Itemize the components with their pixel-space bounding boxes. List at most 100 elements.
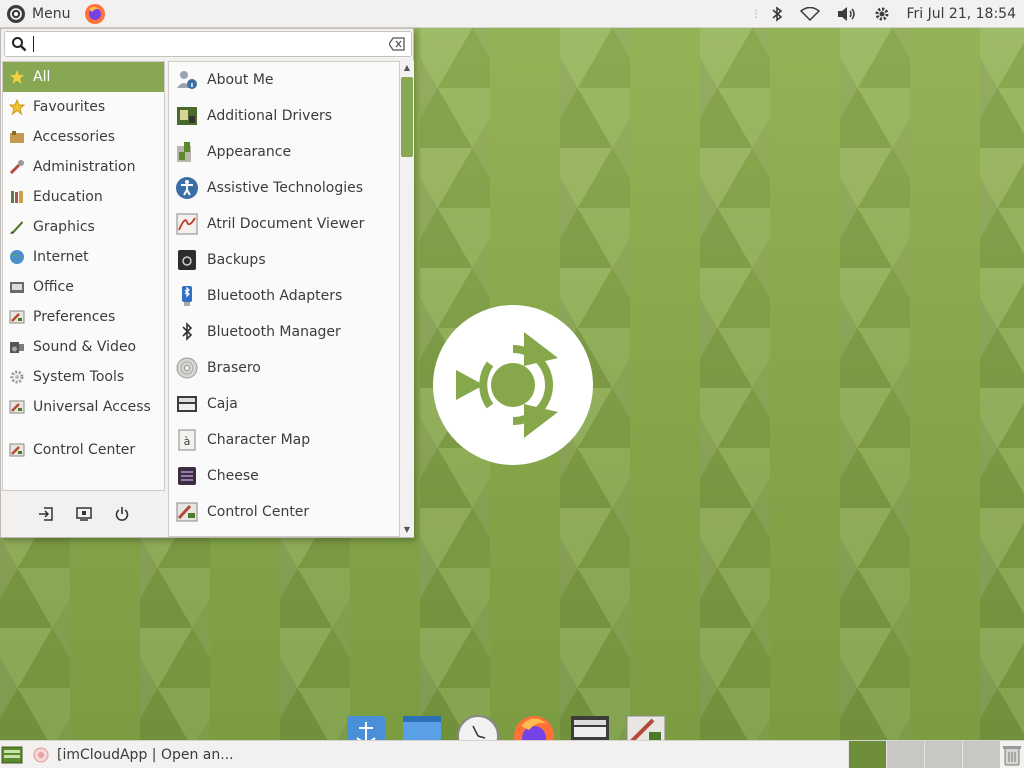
- category-label: Administration: [33, 159, 136, 175]
- category-separator: [3, 422, 164, 435]
- control-center-icon: [175, 500, 199, 524]
- dock-window-icon[interactable]: [401, 712, 443, 740]
- about-me-icon: [175, 68, 199, 92]
- clear-search-icon[interactable]: [389, 37, 405, 51]
- disc-burner-icon: [175, 356, 199, 380]
- power-icon[interactable]: [113, 505, 131, 523]
- category-graphics[interactable]: Graphics: [3, 212, 164, 242]
- app-appearance[interactable]: Appearance: [169, 134, 399, 170]
- app-about-me[interactable]: About Me: [169, 62, 399, 98]
- app-additional-drivers[interactable]: Additional Drivers: [169, 98, 399, 134]
- category-label: Internet: [33, 249, 89, 265]
- wifi-icon[interactable]: [792, 0, 828, 28]
- category-list: All Favourites Accessories Administratio…: [2, 61, 165, 491]
- app-caja[interactable]: Caja: [169, 386, 399, 422]
- logout-icon[interactable]: [37, 505, 55, 523]
- workspace-1[interactable]: [848, 741, 886, 768]
- search-input[interactable]: [33, 36, 34, 52]
- category-label: Office: [33, 279, 74, 295]
- category-favourites[interactable]: Favourites: [3, 92, 164, 122]
- scroll-down-arrow-icon[interactable]: ▼: [403, 526, 411, 534]
- app-backups[interactable]: Backups: [169, 242, 399, 278]
- category-education[interactable]: Education: [3, 182, 164, 212]
- app-control-center[interactable]: Control Center: [169, 494, 399, 530]
- dock-clock-icon[interactable]: [457, 712, 499, 740]
- category-all[interactable]: All: [3, 62, 164, 92]
- dock-file-manager-icon[interactable]: [569, 712, 611, 740]
- ubuntu-mate-icon: [7, 4, 25, 23]
- education-icon: [9, 189, 25, 205]
- category-office[interactable]: Office: [3, 272, 164, 302]
- main-menu-button[interactable]: Menu: [0, 0, 78, 28]
- workspace-3[interactable]: [924, 741, 962, 768]
- app-label: About Me: [207, 72, 274, 88]
- app-assistive-technologies[interactable]: Assistive Technologies: [169, 170, 399, 206]
- control-center-icon: [9, 442, 25, 458]
- category-system-tools[interactable]: System Tools: [3, 362, 164, 392]
- app-label: Control Center: [207, 504, 310, 520]
- scrollbar-thumb[interactable]: [401, 77, 413, 157]
- taskbar-window-label: [imCloudApp | Open an...: [57, 746, 234, 763]
- file-manager-icon: [175, 392, 199, 416]
- app-label: Bluetooth Adapters: [207, 288, 343, 304]
- app-brasero[interactable]: Brasero: [169, 350, 399, 386]
- tray-grip-icon: ⋮: [750, 8, 761, 20]
- app-label: Additional Drivers: [207, 108, 333, 124]
- dock: [345, 712, 667, 740]
- dock-control-center-icon[interactable]: [625, 712, 667, 740]
- workspace-4[interactable]: [962, 741, 1000, 768]
- assistive-technologies-icon: [175, 176, 199, 200]
- app-bluetooth-manager[interactable]: Bluetooth Manager: [169, 314, 399, 350]
- webcam-icon: [175, 464, 199, 488]
- bluetooth-adapters-icon: [175, 284, 199, 308]
- app-label: Caja: [207, 396, 238, 412]
- category-administration[interactable]: Administration: [3, 152, 164, 182]
- svg-text:à: à: [184, 435, 191, 448]
- bottom-panel: [imCloudApp | Open an...: [0, 740, 1024, 768]
- universal-access-icon: [9, 399, 25, 415]
- app-cheese[interactable]: Cheese: [169, 458, 399, 494]
- category-label: Graphics: [33, 219, 95, 235]
- application-list-scrollbar[interactable]: ▲ ▼: [400, 61, 414, 537]
- clock[interactable]: Fri Jul 21, 18:54: [898, 0, 1024, 28]
- category-internet[interactable]: Internet: [3, 242, 164, 272]
- taskbar-window-button[interactable]: [imCloudApp | Open an...: [33, 747, 234, 763]
- dock-firefox-icon[interactable]: [513, 712, 555, 740]
- category-sound-video[interactable]: Sound & Video: [3, 332, 164, 362]
- search-field[interactable]: [4, 31, 412, 57]
- additional-drivers-icon: [175, 104, 199, 128]
- character-map-icon: à: [175, 428, 199, 452]
- category-preferences[interactable]: Preferences: [3, 302, 164, 332]
- app-label: Appearance: [207, 144, 292, 160]
- category-label: Preferences: [33, 309, 116, 325]
- lock-screen-icon[interactable]: [75, 505, 93, 523]
- volume-icon[interactable]: [828, 0, 866, 28]
- app-bluetooth-adapters[interactable]: Bluetooth Adapters: [169, 278, 399, 314]
- session-buttons: [2, 491, 165, 537]
- system-tray: ⋮ Fri Jul 21, 18:54: [748, 0, 1024, 28]
- document-viewer-icon: [175, 212, 199, 236]
- workspace-2[interactable]: [886, 741, 924, 768]
- app-label: Atril Document Viewer: [207, 216, 365, 232]
- top-panel: Menu ⋮ Fri Jul 21, 18:54: [0, 0, 1024, 28]
- application-list: About Me Additional Drivers Appearance A…: [168, 61, 400, 537]
- firefox-launcher-icon[interactable]: [84, 3, 106, 25]
- internet-globe-icon: [9, 249, 25, 265]
- show-desktop-icon[interactable]: [1, 744, 23, 766]
- star-icon: [9, 69, 25, 85]
- category-accessories[interactable]: Accessories: [3, 122, 164, 152]
- app-character-map[interactable]: à Character Map: [169, 422, 399, 458]
- backups-icon: [175, 248, 199, 272]
- scroll-up-arrow-icon[interactable]: ▲: [403, 64, 411, 72]
- settings-gear-icon[interactable]: [866, 0, 898, 28]
- bluetooth-icon[interactable]: [762, 0, 792, 28]
- system-tools-gear-icon: [9, 369, 25, 385]
- category-label: Universal Access: [33, 399, 151, 415]
- bluetooth-manager-icon: [175, 320, 199, 344]
- category-universal-access[interactable]: Universal Access: [3, 392, 164, 422]
- dock-anchor-icon[interactable]: [345, 712, 387, 740]
- sound-video-icon: [9, 339, 25, 355]
- app-atril-document-viewer[interactable]: Atril Document Viewer: [169, 206, 399, 242]
- category-control-center[interactable]: Control Center: [3, 435, 164, 465]
- trash-icon[interactable]: [1002, 744, 1022, 766]
